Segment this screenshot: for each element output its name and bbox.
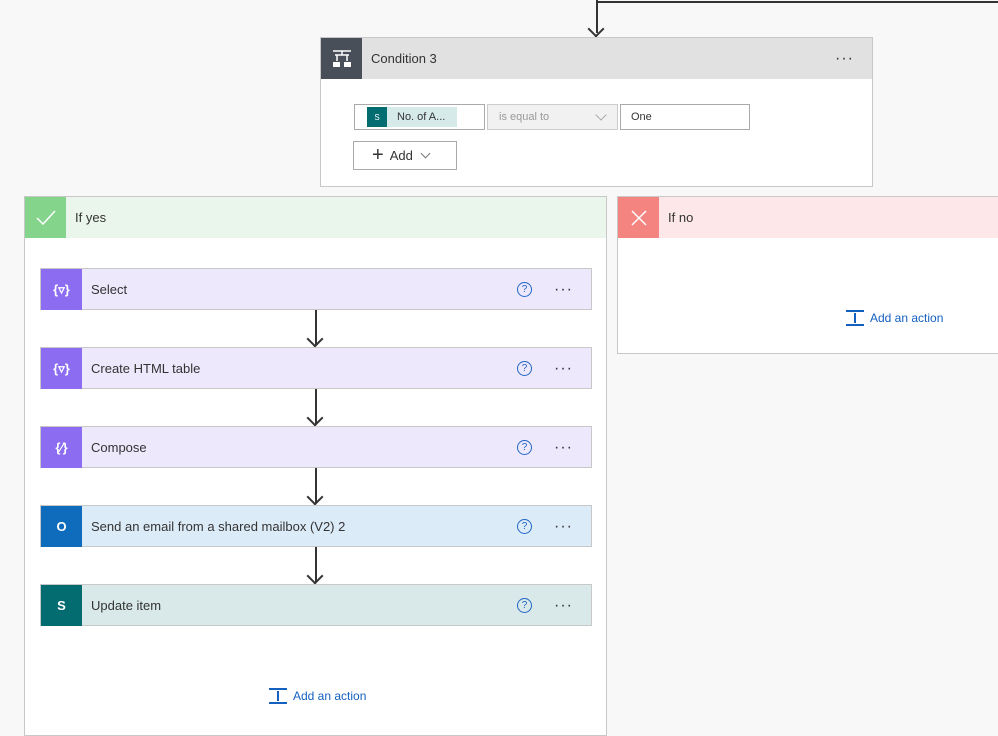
operator-value: is equal to: [499, 111, 550, 123]
close-icon: [618, 197, 659, 238]
chevron-down-icon: [420, 148, 431, 159]
data-operation-icon: {▿}: [41, 269, 82, 310]
action-title: Send an email from a shared mailbox (V2)…: [91, 519, 346, 534]
more-options-button[interactable]: ···: [835, 50, 854, 68]
action-card[interactable]: {▿} Create HTML table ? ···: [40, 347, 592, 389]
arrow-icon: [587, 20, 605, 38]
add-button[interactable]: + Add: [353, 141, 457, 170]
action-header[interactable]: {∕} Compose ? ···: [41, 427, 591, 468]
add-action-button-no[interactable]: Add an action: [846, 310, 943, 326]
condition-value-input[interactable]: One: [620, 104, 750, 130]
add-action-button-yes[interactable]: Add an action: [269, 688, 366, 704]
token[interactable]: S No. of A...: [367, 107, 458, 127]
plus-icon: +: [372, 144, 384, 166]
help-icon[interactable]: ?: [517, 519, 533, 534]
connector: [597, 1, 998, 3]
action-header[interactable]: O Send an email from a shared mailbox (V…: [41, 506, 591, 547]
action-title: Create HTML table: [91, 361, 201, 376]
if-yes-title: If yes: [75, 210, 107, 225]
if-no-branch: If no: [617, 196, 998, 354]
action-header[interactable]: {▿} Select ? ···: [41, 269, 591, 310]
add-label: Add: [389, 148, 413, 163]
help-icon[interactable]: ?: [517, 282, 533, 297]
more-options-button[interactable]: ···: [554, 439, 573, 457]
compose-icon: {∕}: [41, 427, 82, 468]
if-no-header[interactable]: If no: [618, 197, 998, 238]
action-card[interactable]: O Send an email from a shared mailbox (V…: [40, 505, 592, 547]
operator-select[interactable]: is equal to: [487, 104, 618, 130]
action-title: Update item: [91, 598, 162, 613]
action-header[interactable]: S Update item ? ···: [41, 585, 591, 626]
condition-title: Condition 3: [371, 51, 437, 66]
token-label: No. of A...: [397, 111, 446, 123]
action-card[interactable]: {∕} Compose ? ···: [40, 426, 592, 468]
help-icon[interactable]: ?: [517, 440, 533, 455]
if-no-title: If no: [668, 210, 694, 225]
chevron-down-icon: [595, 109, 607, 121]
action-card[interactable]: {▿} Select ? ···: [40, 268, 592, 310]
if-yes-header[interactable]: If yes: [25, 197, 606, 238]
help-icon[interactable]: ?: [517, 361, 533, 376]
checkmark-icon: [25, 197, 66, 238]
sharepoint-icon: S: [41, 585, 82, 626]
sharepoint-icon: S: [367, 107, 387, 127]
add-action-label: Add an action: [870, 311, 944, 325]
more-options-button[interactable]: ···: [554, 518, 573, 536]
outlook-icon: O: [41, 506, 82, 547]
action-card[interactable]: S Update item ? ···: [40, 584, 592, 626]
more-options-button[interactable]: ···: [554, 281, 573, 299]
action-header[interactable]: {▿} Create HTML table ? ···: [41, 348, 591, 389]
help-icon[interactable]: ?: [517, 598, 533, 613]
condition-card[interactable]: Condition 3 ··· S No. of A... is equal t…: [320, 37, 873, 187]
add-action-icon: [269, 688, 287, 704]
condition-icon: [321, 38, 362, 79]
action-title: Select: [91, 282, 128, 297]
condition-value: One: [631, 111, 652, 123]
condition-header[interactable]: Condition 3 ···: [321, 38, 872, 79]
add-action-icon: [846, 310, 864, 326]
action-title: Compose: [91, 440, 147, 455]
condition-left-operand[interactable]: S No. of A...: [354, 104, 485, 130]
more-options-button[interactable]: ···: [554, 360, 573, 378]
more-options-button[interactable]: ···: [554, 597, 573, 615]
data-operation-icon: {▿}: [41, 348, 82, 389]
add-action-label: Add an action: [293, 689, 367, 703]
